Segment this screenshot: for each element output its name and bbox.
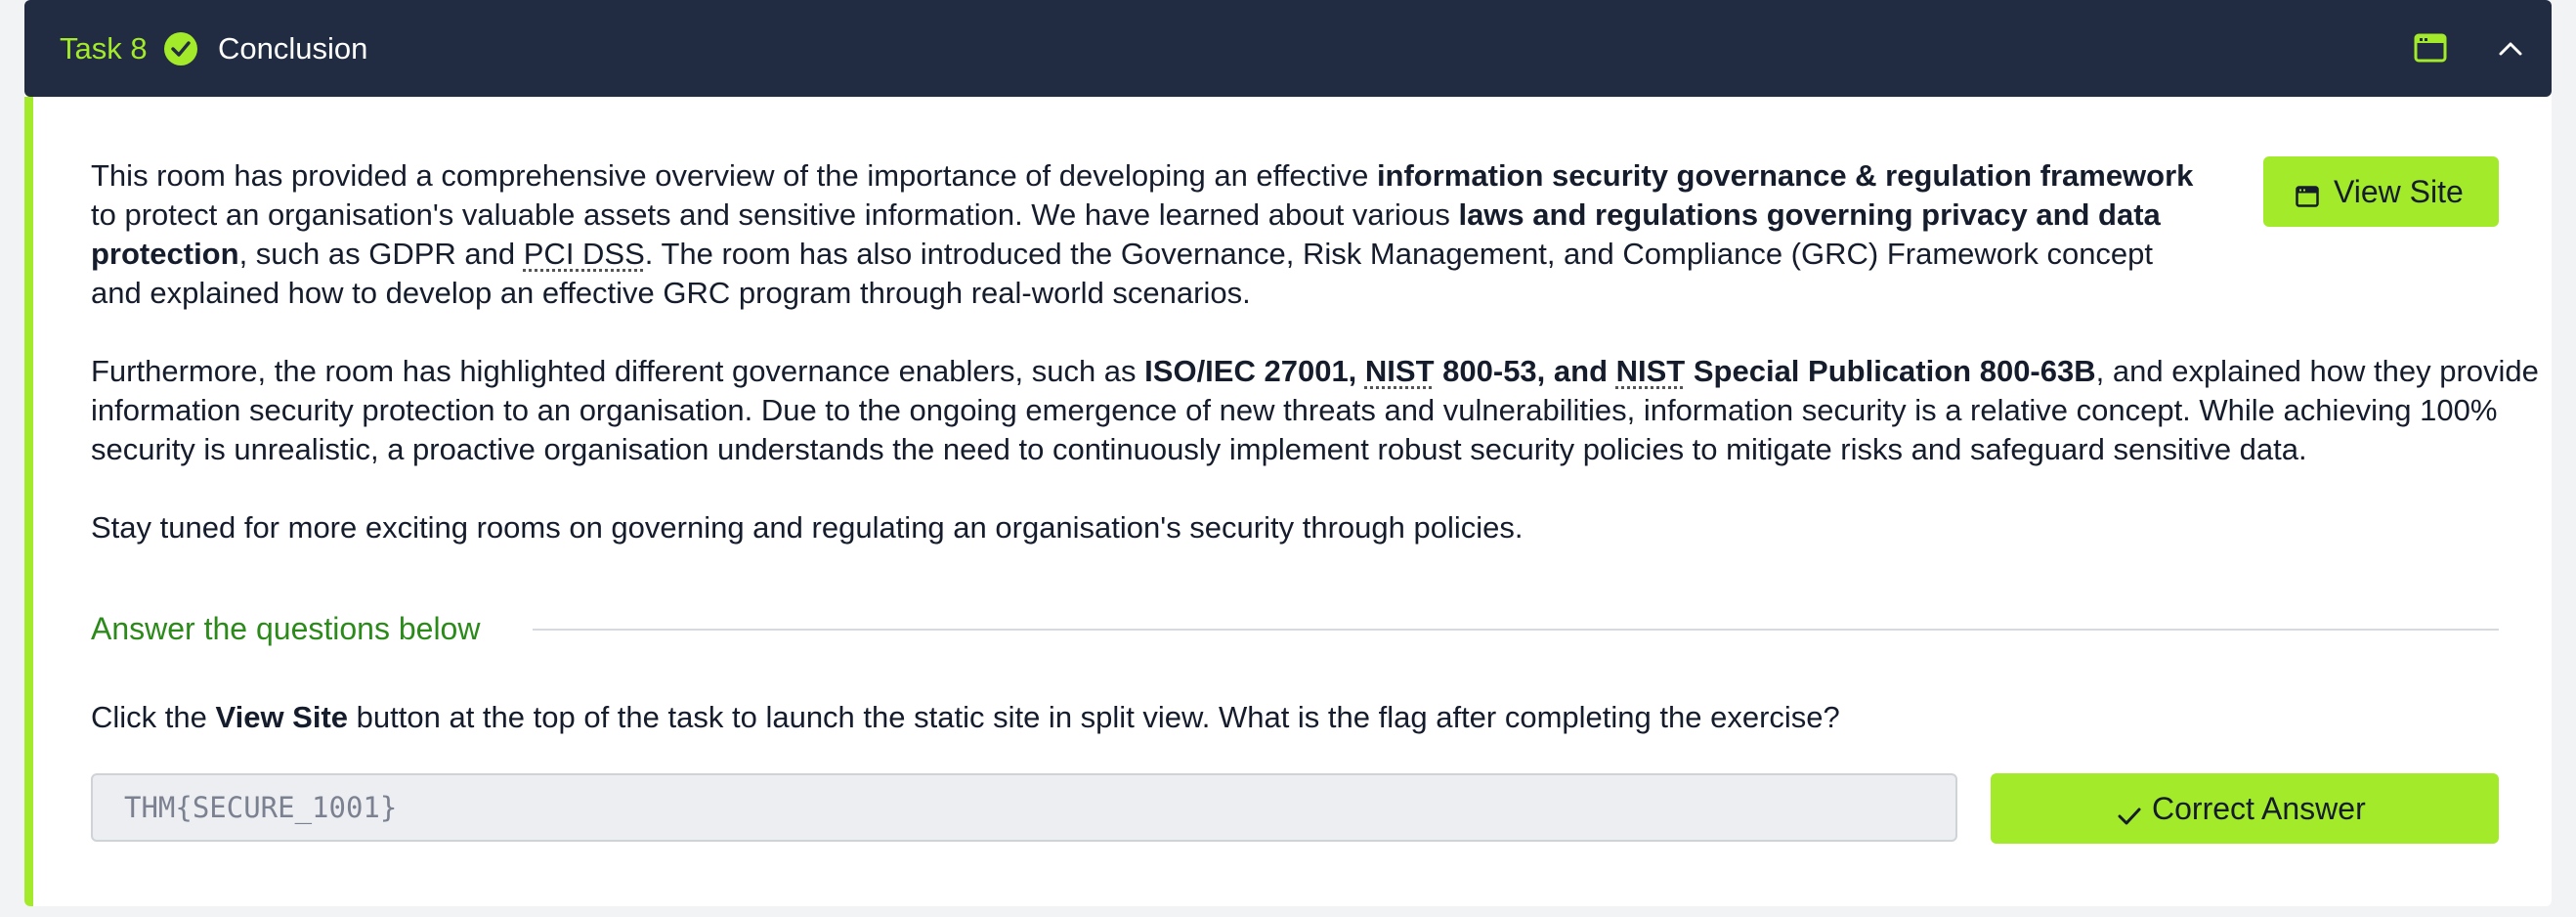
check-circle-icon	[164, 32, 197, 66]
abbreviation-nist[interactable]: NIST	[1616, 354, 1686, 388]
text: Furthermore, the room has highlighted di…	[91, 354, 1145, 388]
bold-text: View Site	[215, 700, 349, 734]
task-header[interactable]: Task 8 Conclusion	[24, 0, 2552, 97]
text: , such as GDPR and	[238, 237, 524, 271]
correct-answer-label: Correct Answer	[2152, 791, 2366, 826]
text: button at the top of the task to launch …	[348, 700, 1840, 734]
split-view-icon	[2296, 179, 2319, 215]
abbreviation-nist[interactable]: NIST	[1365, 354, 1435, 388]
text: Click the	[91, 700, 216, 734]
chevron-up-icon[interactable]	[2497, 35, 2524, 63]
view-site-button[interactable]: View Site	[2263, 156, 2499, 227]
task-number: Task 8	[60, 31, 148, 66]
answer-input[interactable]	[91, 773, 1957, 842]
task-accent-bar	[24, 97, 33, 906]
split-view-icon[interactable]	[2414, 32, 2447, 64]
bold-text: 800-53, and	[1434, 354, 1616, 388]
questions-heading: Answer the questions below	[91, 611, 481, 646]
view-site-label: View Site	[2334, 174, 2464, 209]
checkmark-icon	[2118, 798, 2141, 834]
abbreviation-pci-dss[interactable]: PCI DSS	[524, 237, 645, 271]
task-card: Task 8 Conclusion View Site This room ha…	[24, 0, 2552, 906]
bold-text: information security governance & regula…	[1376, 158, 2194, 193]
bold-text: Special Publication 800-63B	[1685, 354, 2096, 388]
conclusion-paragraph-3: Stay tuned for more exciting rooms on go…	[91, 510, 1524, 545]
bold-text: ISO/IEC 27001,	[1144, 354, 1365, 388]
task-title: Conclusion	[218, 31, 368, 66]
correct-answer-button[interactable]: Correct Answer	[1991, 773, 2499, 844]
text: to protect an organisation's valuable as…	[91, 197, 1459, 232]
section-divider	[533, 629, 2499, 631]
conclusion-paragraph-1: This room has provided a comprehensive o…	[91, 156, 2211, 313]
text: This room has provided a comprehensive o…	[91, 158, 1377, 193]
conclusion-paragraph-2: Furthermore, the room has highlighted di…	[91, 352, 2552, 469]
question-text: Click the View Site button at the top of…	[91, 698, 1840, 737]
